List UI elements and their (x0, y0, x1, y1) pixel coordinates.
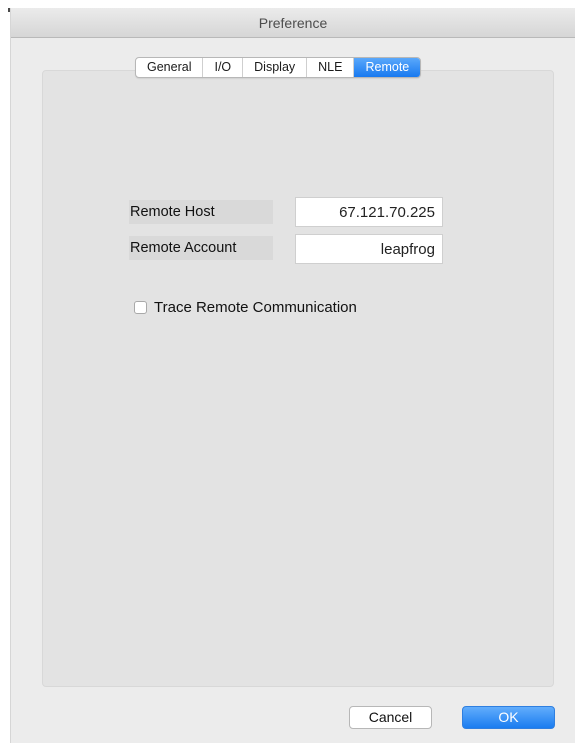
preference-dialog: Preference General I/O Display NLE Remot… (10, 8, 575, 743)
tab-display[interactable]: Display (243, 58, 308, 77)
tab-general[interactable]: General (136, 58, 204, 77)
trace-remote-label: Trace Remote Communication (154, 299, 357, 316)
preference-tabs: General I/O Display NLE Remote (135, 57, 422, 78)
ok-button[interactable]: OK (462, 706, 555, 729)
tab-nle[interactable]: NLE (307, 58, 355, 77)
window-title: Preference (258, 15, 328, 31)
remote-account-label: Remote Account (129, 236, 273, 260)
trace-remote-option[interactable]: Trace Remote Communication (134, 299, 357, 316)
tab-io[interactable]: I/O (203, 58, 244, 77)
remote-host-label: Remote Host (129, 200, 273, 224)
remote-host-field[interactable] (295, 197, 443, 227)
remote-account-field[interactable] (295, 234, 443, 264)
tab-content-panel (42, 70, 554, 687)
tab-remote[interactable]: Remote (354, 58, 421, 77)
cancel-button[interactable]: Cancel (349, 706, 432, 729)
title-bar[interactable]: Preference (11, 8, 575, 38)
trace-remote-checkbox[interactable] (134, 301, 147, 314)
